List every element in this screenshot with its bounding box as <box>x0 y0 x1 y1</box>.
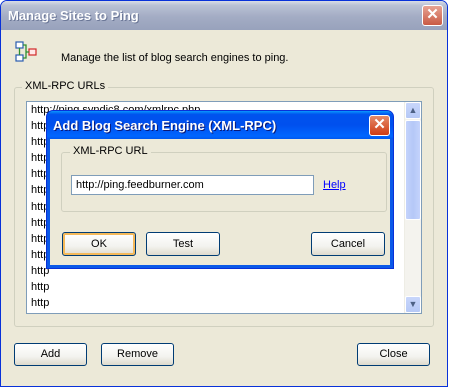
xmlrpc-url-field[interactable]: http://ping.feedburner.com <box>71 175 314 195</box>
help-link[interactable]: Help <box>323 179 346 191</box>
add-button[interactable]: Add <box>14 343 87 366</box>
dialog-client-area: XML-RPC URL http://ping.feedburner.com H… <box>50 139 390 265</box>
ok-button[interactable]: OK <box>62 232 136 256</box>
close-button[interactable]: Close <box>357 343 430 366</box>
scroll-down-icon[interactable]: ▼ <box>405 296 421 313</box>
xmlrpc-urls-group-label: XML-RPC URLs <box>22 80 109 92</box>
add-engine-dialog: Add Blog Search Engine (XML-RPC) ✕ XML-R… <box>46 110 394 269</box>
dialog-title: Add Blog Search Engine (XML-RPC) <box>53 118 277 133</box>
scroll-up-icon[interactable]: ▲ <box>405 102 421 119</box>
main-close-icon[interactable]: ✕ <box>422 5 443 26</box>
dialog-titlebar[interactable]: Add Blog Search Engine (XML-RPC) ✕ <box>47 111 393 139</box>
url-list-item[interactable]: http <box>31 279 403 295</box>
remove-button[interactable]: Remove <box>101 343 174 366</box>
cancel-button[interactable]: Cancel <box>311 232 385 256</box>
main-window-title: Manage Sites to Ping <box>8 8 139 23</box>
network-sites-icon <box>15 41 37 62</box>
vertical-scrollbar[interactable]: ▲ ▼ <box>404 102 421 313</box>
url-list-item[interactable]: http://www.blogshares.com/rpc.php <box>31 311 403 313</box>
main-titlebar[interactable]: Manage Sites to Ping ✕ <box>1 1 447 30</box>
url-list-item[interactable]: http <box>31 295 403 311</box>
scroll-thumb[interactable] <box>405 120 421 220</box>
dialog-close-icon[interactable]: ✕ <box>369 115 390 136</box>
test-button[interactable]: Test <box>146 232 220 256</box>
header-description: Manage the list of blog search engines t… <box>61 52 289 64</box>
xmlrpc-url-group-label: XML-RPC URL <box>70 145 151 157</box>
